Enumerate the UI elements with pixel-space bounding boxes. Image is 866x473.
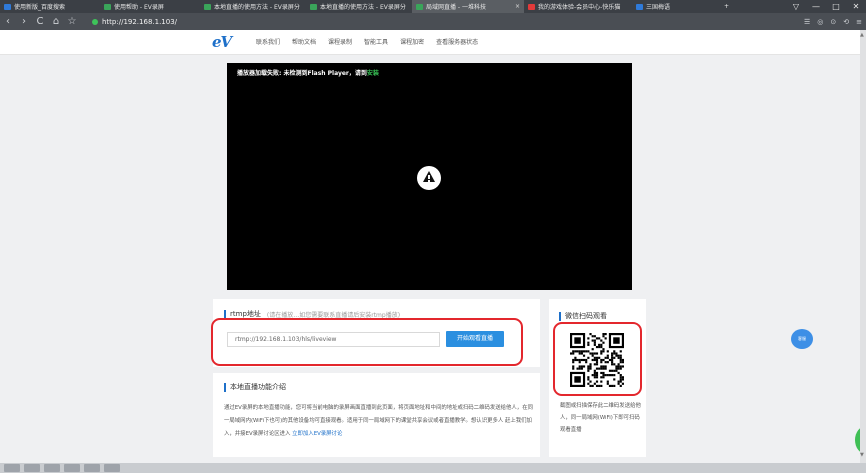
taskbar-item[interactable]: [104, 464, 120, 472]
tab-favicon-icon: [636, 3, 643, 10]
undo-icon[interactable]: ⟲: [843, 18, 849, 26]
tab-title: 使用新版_百度搜索: [14, 4, 66, 11]
title-accent-bar: [224, 382, 226, 392]
browser-tab-bar: 使用新版_百度搜索 使用帮助 - EV录屏 本地直播的使用方法 - EV录屏分 本地直…: [0, 0, 866, 13]
maximize-icon[interactable]: □: [826, 2, 846, 11]
browser-tab[interactable]: 本地直播的使用方法 - EV录屏分: [306, 0, 412, 13]
intro-text: 通过EV录屏的本地直播功能，您可将当前电脑的录屏画面直播到此页面，将页面地址和中…: [224, 402, 534, 441]
new-tab-icon[interactable]: +: [720, 0, 744, 13]
site-nav: 联系我们 帮助文档 课程录制 智能工具 课程加密 查看服务器状态: [256, 37, 490, 46]
player-warning-text: 播放器加载失败: 未检测到Flash Player，请到: [237, 70, 367, 77]
intro-body: 通过EV录屏的本地直播功能，您可将当前电脑的录屏画面直播到此页面，将页面地址和中…: [224, 405, 533, 437]
home-icon[interactable]: ⌂: [48, 16, 64, 27]
tab-favicon-icon: [310, 3, 317, 10]
taskbar-item[interactable]: [24, 464, 40, 472]
tab-title: 我的游戏体验-会员中心-快乐猫: [538, 4, 621, 11]
tab-favicon-icon: [528, 3, 535, 10]
settings-icon[interactable]: ≡: [856, 18, 862, 26]
browser-toolbar-icons: ☰ ◎ ⊙ ⟲ ≡: [797, 13, 862, 30]
profile-icon[interactable]: ⊙: [830, 18, 836, 26]
warning-icon: [417, 166, 441, 190]
taskbar-item[interactable]: [4, 464, 20, 472]
scrollbar[interactable]: ▲ ▼: [860, 30, 866, 463]
forward-icon[interactable]: ›: [16, 16, 32, 27]
tab-favicon-icon: [204, 3, 211, 10]
extension-icon[interactable]: ◎: [817, 18, 823, 26]
join-discussion-link[interactable]: 立即加入EV录屏讨论: [292, 431, 342, 437]
qr-title-text: 微信扫码观看: [565, 312, 607, 320]
taskbar-item[interactable]: [64, 464, 80, 472]
browser-tab[interactable]: 使用帮助 - EV录屏: [100, 0, 200, 13]
tab-title: 局域网直播 - 一堆科技: [426, 4, 486, 11]
secure-icon: [92, 18, 98, 25]
video-player[interactable]: 播放器加载失败: 未检测到Flash Player，请到安装: [227, 63, 632, 290]
browser-tab[interactable]: 我的游戏体验-会员中心-快乐猫: [524, 0, 632, 13]
intro-title-text: 本地直播功能介绍: [230, 383, 286, 391]
tab-favicon-icon: [104, 3, 111, 10]
menu-icon[interactable]: ☰: [804, 18, 810, 26]
minimize-icon[interactable]: —: [806, 2, 826, 11]
nav-link[interactable]: 联系我们: [256, 37, 280, 46]
taskbar-item[interactable]: [44, 464, 60, 472]
nav-link[interactable]: 帮助文档: [292, 37, 316, 46]
address-bar: ‹ › C ⌂ ☆ http://192.168.1.103/: [0, 13, 866, 30]
tab-close-icon[interactable]: ×: [511, 3, 520, 10]
browser-tab[interactable]: 本地直播的使用方法 - EV录屏分: [200, 0, 306, 13]
scroll-down-icon[interactable]: ▼: [860, 452, 864, 458]
browser-tab[interactable]: 三国梅语: [632, 0, 720, 13]
qr-caption: 截图或扫描保存此二维码发送给他人，同一局域网(WiFi)下即可扫码观看直播: [560, 403, 641, 433]
reload-icon[interactable]: C: [32, 16, 48, 27]
site-logo[interactable]: eV: [212, 33, 232, 51]
intro-title: 本地直播功能介绍: [224, 382, 286, 392]
back-icon[interactable]: ‹: [0, 16, 16, 27]
minimize-menu-icon[interactable]: ▽: [786, 2, 806, 11]
nav-link[interactable]: 智能工具: [364, 37, 388, 46]
taskbar: [0, 463, 866, 473]
install-flash-link[interactable]: 安装: [367, 70, 379, 77]
nav-link[interactable]: 课程录制: [328, 37, 352, 46]
url-field[interactable]: http://192.168.1.103/: [92, 18, 177, 26]
tab-favicon-icon: [416, 3, 423, 10]
taskbar-item[interactable]: [84, 464, 100, 472]
highlight-rtmp: [211, 318, 523, 366]
tab-title: 本地直播的使用方法 - EV录屏分: [214, 4, 300, 11]
close-icon[interactable]: ✕: [846, 2, 866, 11]
tab-title: 使用帮助 - EV录屏: [114, 4, 164, 11]
tab-title: 三国梅语: [646, 4, 671, 11]
browser-tab[interactable]: 局域网直播 - 一堆科技 ×: [412, 0, 524, 13]
scroll-up-icon[interactable]: ▲: [860, 32, 864, 38]
nav-link[interactable]: 查看服务器状态: [436, 37, 478, 46]
url-text: http://192.168.1.103/: [102, 17, 178, 26]
site-header: eV 联系我们 帮助文档 课程录制 智能工具 课程加密 查看服务器状态: [0, 30, 866, 55]
customer-service-button[interactable]: 客服: [791, 329, 813, 349]
nav-link[interactable]: 课程加密: [400, 37, 424, 46]
star-icon[interactable]: ☆: [64, 16, 80, 27]
player-warning: 播放器加载失败: 未检测到Flash Player，请到安装: [237, 68, 379, 77]
qr-title: 微信扫码观看: [559, 311, 607, 321]
browser-tab[interactable]: 使用新版_百度搜索: [0, 0, 100, 13]
tab-favicon-icon: [4, 3, 11, 10]
title-accent-bar: [559, 311, 561, 321]
tab-title: 本地直播的使用方法 - EV录屏分: [320, 4, 406, 11]
window-controls: ▽ — □ ✕: [786, 0, 866, 13]
highlight-qr: [553, 322, 642, 396]
